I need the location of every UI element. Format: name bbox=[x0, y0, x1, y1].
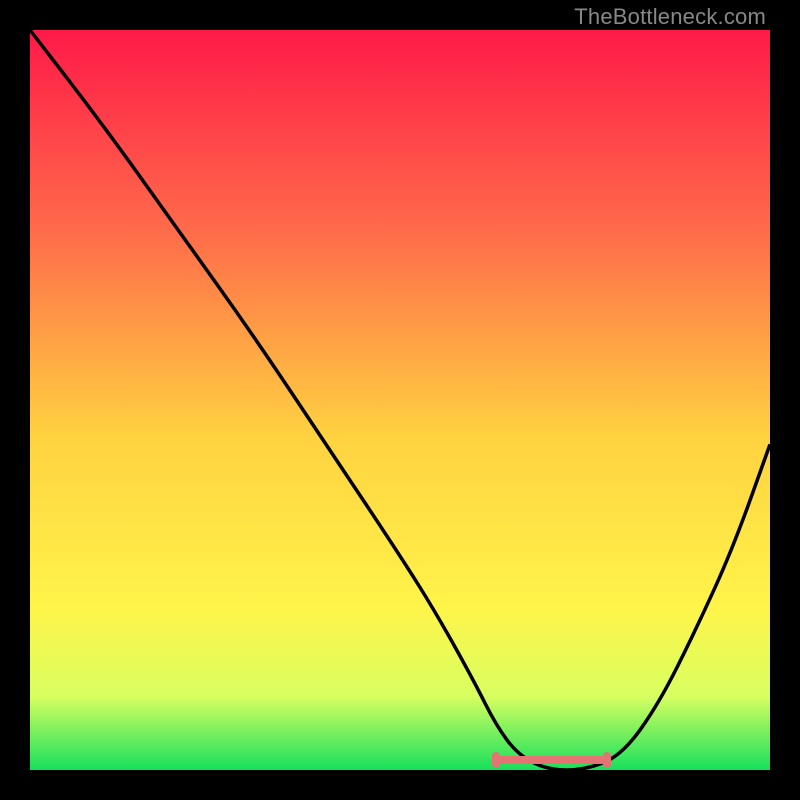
watermark-text: TheBottleneck.com bbox=[574, 4, 766, 30]
chart-frame bbox=[30, 30, 770, 770]
plot-area bbox=[30, 30, 770, 770]
flat-region-marker bbox=[496, 756, 607, 764]
flat-region-endcap-left bbox=[492, 752, 500, 768]
bottleneck-curve bbox=[30, 30, 770, 770]
flat-region-endcap-right bbox=[603, 752, 611, 768]
curve-path bbox=[30, 30, 770, 770]
